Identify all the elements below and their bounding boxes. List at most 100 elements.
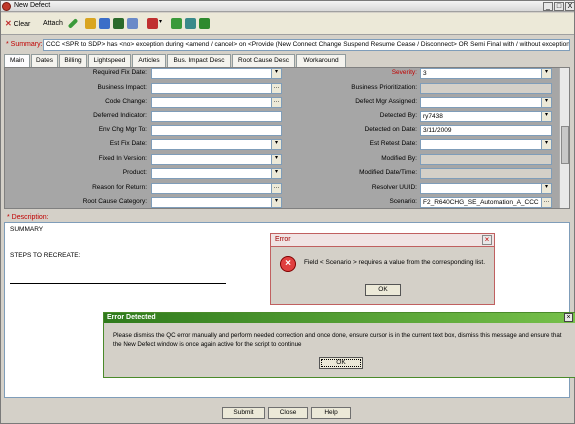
env-chg-mgr-label: Env Chg Mgr To: [98,126,147,133]
chevron-down-icon[interactable]: ▾ [541,112,551,121]
summary-input[interactable]: CCC <SPR to SDP> has <no> exception duri… [43,39,570,51]
clear-label: Clear [13,21,31,28]
detected-by-field[interactable]: ry7438 ▾ [420,111,552,122]
error-message: Field < Scenario > requires a value from… [304,259,486,266]
reason-for-return-field[interactable]: … [151,183,282,194]
detected-on-date-field[interactable]: 3/11/2009 [420,125,552,136]
ellipsis-icon[interactable]: … [271,84,281,93]
clear-button[interactable]: ✕ Clear [5,17,39,31]
tab-billing[interactable]: Billing [59,54,87,67]
root-cause-category-field[interactable]: ▾ [151,197,282,208]
detected-on-date-label: Detected on Date: [364,126,417,133]
book-icon[interactable] [199,18,210,29]
error-detected-title: Error Detected [107,314,156,321]
product-field[interactable]: ▾ [151,168,282,179]
chevron-down-icon[interactable]: ▾ [541,140,551,149]
chevron-down-icon[interactable]: ▾ [271,69,281,78]
severity-field[interactable]: 3 ▾ [420,68,552,79]
tab-dates[interactable]: Dates [31,54,58,67]
scenario-label: Scenario: [389,198,417,205]
error-dialog-title: Error [275,236,291,243]
chevron-down-icon[interactable]: ▾ [541,69,551,78]
modified-by-field [420,154,552,165]
history-icon[interactable] [127,18,138,29]
root-cause-category-label: Root Cause Category: [82,198,147,205]
modified-date-time-label: Modified Date/Time: [359,169,417,176]
required-fix-date-field[interactable]: ▾ [151,68,282,79]
summary-row: * Summary: CCC <SPR to SDP> has <no> exc… [1,36,574,54]
deferred-indicator-label: Deferred Indicator: [93,112,147,119]
chevron-down-icon[interactable]: ▾ [271,155,281,164]
est-fix-date-field[interactable]: ▾ [151,139,282,150]
attach-button[interactable]: Attach [43,17,67,31]
env-chg-mgr-field[interactable] [151,125,282,136]
link-icon[interactable] [85,18,96,29]
scenario-field[interactable]: F2_R640CHG_SE_Automation_A_CCC… [420,197,552,208]
est-retest-date-field[interactable]: ▾ [420,139,552,150]
ellipsis-icon[interactable]: … [271,184,281,193]
error-detected-title-bar: Error Detected × [104,313,575,323]
info-icon[interactable] [113,18,124,29]
chevron-down-icon[interactable]: ▾ [159,18,162,25]
window-close-button[interactable]: X [565,2,575,11]
resolver-uuid-field[interactable]: ▾ [420,183,552,194]
error-detected-ok-button[interactable]: OK [319,357,363,369]
error-detected-dialog: Error Detected × Please dismiss the QC e… [103,312,575,378]
error-dialog: Error × × Field < Scenario > requires a … [270,233,495,305]
fixed-in-version-label: Fixed In Version: [98,155,147,162]
tab-lightspeed[interactable]: Lightspeed [88,54,131,67]
tab-main[interactable]: Main [4,54,30,68]
minimize-button[interactable]: _ [543,2,553,11]
business-impact-label: Business Impact: [97,84,148,91]
close-button[interactable]: Close [268,407,308,419]
spell-check-icon[interactable] [171,18,182,29]
ellipsis-icon[interactable]: … [541,198,551,207]
defect-menu-icon[interactable] [147,18,158,29]
tab-workaround[interactable]: Workaround [296,54,346,67]
severity-label: Severity: [391,69,417,76]
description-line: SUMMARY [10,226,44,233]
description-line: STEPS TO RECREATE: [10,252,81,259]
defect-mgr-assigned-field[interactable]: ▾ [420,97,552,108]
paperclip-icon[interactable] [67,18,79,29]
clear-icon: ✕ [5,19,12,28]
maximize-button[interactable]: □ [554,2,564,11]
code-change-field[interactable]: … [151,97,282,108]
form-scrollbar[interactable] [559,68,569,208]
error-icon: × [280,256,296,272]
modified-by-label: Modified By: [381,155,417,162]
code-change-label: Code Change: [105,98,147,105]
close-icon[interactable]: × [564,313,573,322]
tab-root-cause-desc[interactable]: Root Cause Desc [232,54,295,67]
title-bar: New Defect _ □ X [1,1,575,12]
tab-articles[interactable]: Articles [132,54,166,67]
toolbar: ✕ Clear Attach ▾ [1,13,574,35]
ellipsis-icon[interactable]: … [271,98,281,107]
tab-strip: Main Dates Billing Lightspeed Articles B… [4,54,574,68]
scrollbar-thumb[interactable] [561,126,569,164]
close-icon[interactable]: × [482,235,492,245]
app-logo-icon [2,2,11,11]
chevron-down-icon[interactable]: ▾ [541,184,551,193]
fixed-in-version-field[interactable]: ▾ [151,154,282,165]
description-label: * Description: [7,214,49,221]
tab-bus-impact-desc[interactable]: Bus. Impact Desc [167,54,231,67]
business-impact-field[interactable]: … [151,83,282,94]
deferred-indicator-field[interactable] [151,111,282,122]
error-ok-button[interactable]: OK [365,284,401,296]
help-button[interactable]: Help [311,407,351,419]
business-prioritization-label: Business Prioritization: [351,84,417,91]
chevron-down-icon[interactable]: ▾ [271,169,281,178]
modified-date-time-field [420,168,552,179]
thesaurus-icon[interactable] [185,18,196,29]
chevron-down-icon[interactable]: ▾ [541,98,551,107]
resolver-uuid-label: Resolver UUID: [371,184,417,191]
window-title: New Defect [14,2,51,9]
submit-button[interactable]: Submit [222,407,265,419]
chevron-down-icon[interactable]: ▾ [271,140,281,149]
camera-icon[interactable] [99,18,110,29]
chevron-down-icon[interactable]: ▾ [271,198,281,207]
summary-label: * Summary: [6,41,43,48]
est-retest-date-label: Est Retest Date: [369,140,417,147]
detected-by-label: Detected By: [379,112,417,119]
